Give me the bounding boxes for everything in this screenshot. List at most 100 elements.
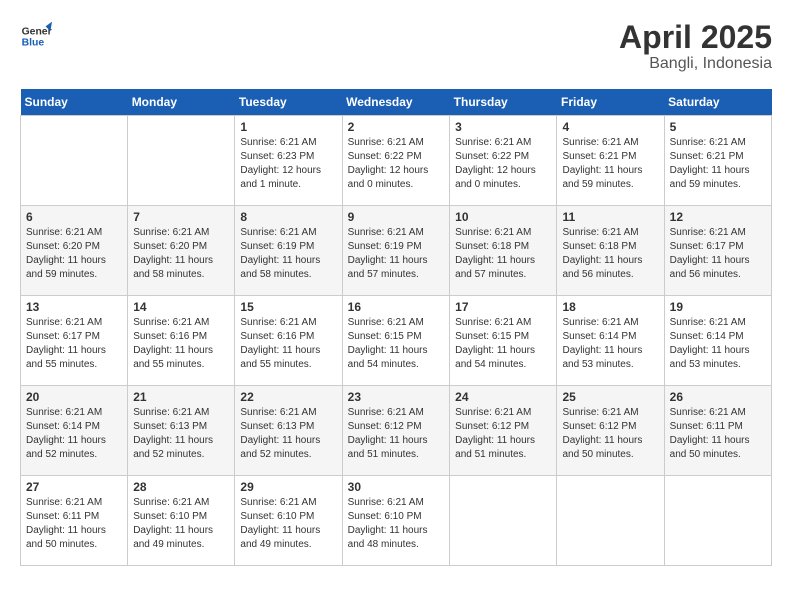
header-cell-tuesday: Tuesday: [235, 89, 342, 116]
day-info: Sunrise: 6:21 AM Sunset: 6:14 PM Dayligh…: [670, 316, 766, 372]
day-cell: 3Sunrise: 6:21 AM Sunset: 6:22 PM Daylig…: [450, 116, 557, 206]
week-row-2: 6 Sunrise: 6:21 AM Sunset: 6:20 PM Daylig…: [21, 206, 772, 296]
day-info: Sunrise: 6:21 AM Sunset: 6:21 PM Dayligh…: [562, 136, 658, 192]
day-info: Sunrise: 6:21 AM Sunset: 6:10 PM Dayligh…: [240, 496, 336, 552]
day-cell: 10Sunrise: 6:21 AM Sunset: 6:18 PM Dayli…: [450, 206, 557, 296]
day-info: Sunrise: 6:21 AM Sunset: 6:16 PM Dayligh…: [240, 316, 336, 372]
day-info: Sunrise: 6:21 AM Sunset: 6:22 PM Dayligh…: [348, 136, 445, 192]
day-info: Sunrise: 6:21 AM Sunset: 6:10 PM Dayligh…: [348, 496, 445, 552]
week-row-1: 1 Sunrise: 6:21 AM Sunset: 6:23 PM Daylig…: [21, 116, 772, 206]
day-cell: 4 Sunrise: 6:21 AM Sunset: 6:21 PM Daylig…: [557, 116, 664, 206]
page-header: General Blue April 2025 Bangli, Indonesi…: [20, 20, 772, 73]
header-cell-wednesday: Wednesday: [342, 89, 450, 116]
day-number: 17: [455, 300, 551, 314]
svg-text:Blue: Blue: [22, 38, 45, 49]
day-number: 29: [240, 480, 336, 494]
day-cell: 7 Sunrise: 6:21 AM Sunset: 6:20 PM Daylig…: [128, 206, 235, 296]
day-cell: 19 Sunrise: 6:21 AM Sunset: 6:14 PM Dayli…: [664, 296, 771, 386]
day-cell: 15Sunrise: 6:21 AM Sunset: 6:16 PM Dayli…: [235, 296, 342, 386]
day-cell: 1 Sunrise: 6:21 AM Sunset: 6:23 PM Daylig…: [235, 116, 342, 206]
day-number: 11: [562, 210, 658, 224]
day-cell: [21, 116, 128, 206]
calendar-table: SundayMondayTuesdayWednesdayThursdayFrid…: [20, 89, 772, 566]
day-info: Sunrise: 6:21 AM Sunset: 6:17 PM Dayligh…: [670, 226, 766, 282]
header-cell-friday: Friday: [557, 89, 664, 116]
day-cell: 13 Sunrise: 6:21 AM Sunset: 6:17 PM Dayli…: [21, 296, 128, 386]
day-number: 18: [562, 300, 658, 314]
day-number: 6: [26, 210, 122, 224]
day-number: 25: [562, 390, 658, 404]
day-number: 23: [348, 390, 445, 404]
day-info: Sunrise: 6:21 AM Sunset: 6:20 PM Dayligh…: [26, 226, 122, 282]
week-row-5: 27Sunrise: 6:21 AM Sunset: 6:11 PM Dayli…: [21, 476, 772, 566]
logo-icon: General Blue: [20, 20, 52, 52]
day-cell: 8 Sunrise: 6:21 AM Sunset: 6:19 PM Daylig…: [235, 206, 342, 296]
title-block: April 2025 Bangli, Indonesia: [619, 20, 772, 73]
day-info: Sunrise: 6:21 AM Sunset: 6:13 PM Dayligh…: [240, 406, 336, 462]
day-info: Sunrise: 6:21 AM Sunset: 6:20 PM Dayligh…: [133, 226, 229, 282]
day-number: 8: [240, 210, 336, 224]
day-info: Sunrise: 6:21 AM Sunset: 6:10 PM Dayligh…: [133, 496, 229, 552]
day-cell: 28 Sunrise: 6:21 AM Sunset: 6:10 PM Dayli…: [128, 476, 235, 566]
day-number: 14: [133, 300, 229, 314]
day-info: Sunrise: 6:21 AM Sunset: 6:13 PM Dayligh…: [133, 406, 229, 462]
calendar-title: April 2025: [619, 20, 772, 55]
day-info: Sunrise: 6:21 AM Sunset: 6:15 PM Dayligh…: [455, 316, 551, 372]
day-cell: 16Sunrise: 6:21 AM Sunset: 6:15 PM Dayli…: [342, 296, 450, 386]
day-cell: 9 Sunrise: 6:21 AM Sunset: 6:19 PM Daylig…: [342, 206, 450, 296]
day-cell: 30 Sunrise: 6:21 AM Sunset: 6:10 PM Dayli…: [342, 476, 450, 566]
day-number: 30: [348, 480, 445, 494]
day-info: Sunrise: 6:21 AM Sunset: 6:19 PM Dayligh…: [240, 226, 336, 282]
header-cell-saturday: Saturday: [664, 89, 771, 116]
day-number: 26: [670, 390, 766, 404]
day-cell: [664, 476, 771, 566]
day-info: Sunrise: 6:21 AM Sunset: 6:21 PM Dayligh…: [670, 136, 766, 192]
day-info: Sunrise: 6:21 AM Sunset: 6:14 PM Dayligh…: [562, 316, 658, 372]
day-cell: 25 Sunrise: 6:21 AM Sunset: 6:12 PM Dayli…: [557, 386, 664, 476]
day-info: Sunrise: 6:21 AM Sunset: 6:18 PM Dayligh…: [562, 226, 658, 282]
day-number: 21: [133, 390, 229, 404]
day-info: Sunrise: 6:21 AM Sunset: 6:15 PM Dayligh…: [348, 316, 445, 372]
day-number: 9: [348, 210, 445, 224]
day-info: Sunrise: 6:21 AM Sunset: 6:11 PM Dayligh…: [670, 406, 766, 462]
day-cell: 17 Sunrise: 6:21 AM Sunset: 6:15 PM Dayli…: [450, 296, 557, 386]
week-row-4: 20Sunrise: 6:21 AM Sunset: 6:14 PM Dayli…: [21, 386, 772, 476]
day-cell: [128, 116, 235, 206]
day-info: Sunrise: 6:21 AM Sunset: 6:17 PM Dayligh…: [26, 316, 122, 372]
day-number: 5: [670, 120, 766, 134]
calendar-subtitle: Bangli, Indonesia: [619, 55, 772, 73]
day-info: Sunrise: 6:21 AM Sunset: 6:12 PM Dayligh…: [348, 406, 445, 462]
day-number: 3: [455, 120, 551, 134]
day-number: 22: [240, 390, 336, 404]
day-cell: 26 Sunrise: 6:21 AM Sunset: 6:11 PM Dayli…: [664, 386, 771, 476]
day-number: 10: [455, 210, 551, 224]
day-number: 7: [133, 210, 229, 224]
day-info: Sunrise: 6:21 AM Sunset: 6:23 PM Dayligh…: [240, 136, 336, 192]
header-cell-sunday: Sunday: [21, 89, 128, 116]
day-cell: 2 Sunrise: 6:21 AM Sunset: 6:22 PM Daylig…: [342, 116, 450, 206]
day-cell: 21 Sunrise: 6:21 AM Sunset: 6:13 PM Dayli…: [128, 386, 235, 476]
day-cell: 20Sunrise: 6:21 AM Sunset: 6:14 PM Dayli…: [21, 386, 128, 476]
day-info: Sunrise: 6:21 AM Sunset: 6:19 PM Dayligh…: [348, 226, 445, 282]
day-info: Sunrise: 6:21 AM Sunset: 6:12 PM Dayligh…: [562, 406, 658, 462]
header-cell-thursday: Thursday: [450, 89, 557, 116]
day-cell: 29 Sunrise: 6:21 AM Sunset: 6:10 PM Dayli…: [235, 476, 342, 566]
day-cell: 5 Sunrise: 6:21 AM Sunset: 6:21 PM Daylig…: [664, 116, 771, 206]
day-cell: 18 Sunrise: 6:21 AM Sunset: 6:14 PM Dayli…: [557, 296, 664, 386]
day-number: 12: [670, 210, 766, 224]
day-info: Sunrise: 6:21 AM Sunset: 6:16 PM Dayligh…: [133, 316, 229, 372]
day-number: 2: [348, 120, 445, 134]
day-cell: [557, 476, 664, 566]
logo: General Blue: [20, 20, 52, 52]
day-info: Sunrise: 6:21 AM Sunset: 6:11 PM Dayligh…: [26, 496, 122, 552]
day-number: 19: [670, 300, 766, 314]
day-cell: 23 Sunrise: 6:21 AM Sunset: 6:12 PM Dayli…: [342, 386, 450, 476]
day-number: 28: [133, 480, 229, 494]
day-cell: [450, 476, 557, 566]
day-number: 4: [562, 120, 658, 134]
day-info: Sunrise: 6:21 AM Sunset: 6:12 PM Dayligh…: [455, 406, 551, 462]
day-number: 13: [26, 300, 122, 314]
day-number: 1: [240, 120, 336, 134]
week-row-3: 13 Sunrise: 6:21 AM Sunset: 6:17 PM Dayli…: [21, 296, 772, 386]
day-cell: 27Sunrise: 6:21 AM Sunset: 6:11 PM Dayli…: [21, 476, 128, 566]
